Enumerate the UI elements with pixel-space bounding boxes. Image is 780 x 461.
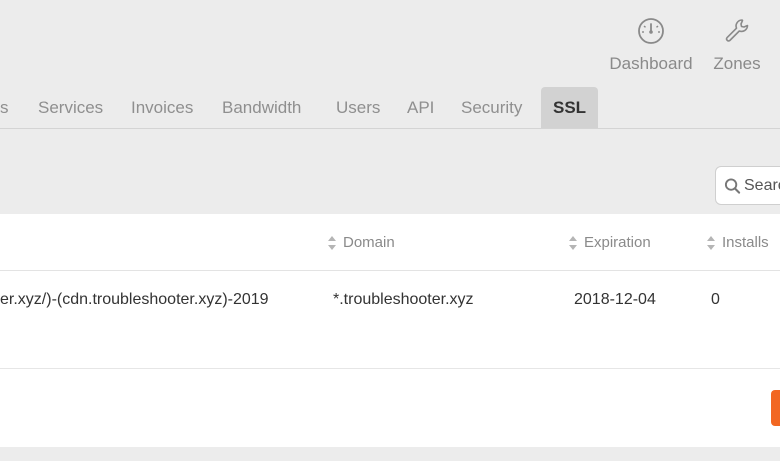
certificate-installs: 0 [711, 291, 720, 308]
column-header-installs[interactable]: Installs [706, 214, 769, 271]
gauge-icon [638, 18, 664, 44]
zones-label: Zones [713, 54, 761, 73]
column-header-expiration[interactable]: Expiration [568, 214, 651, 271]
column-label-domain: Domain [343, 234, 395, 251]
sort-icon [569, 235, 577, 250]
search-icon [724, 177, 741, 194]
tab-invoices[interactable]: Invoices [131, 87, 193, 128]
tab-api[interactable]: API [407, 87, 434, 128]
sort-icon [707, 235, 715, 250]
dashboard-label: Dashboard [609, 54, 693, 73]
tab-services[interactable]: Services [38, 87, 103, 128]
column-label-installs: Installs [722, 234, 769, 251]
ssl-certificates-panel: Domain Expiration Installs er.xyz/)-(cdn… [0, 214, 780, 447]
tab-bandwidth[interactable]: Bandwidth [222, 87, 301, 128]
certificate-name: er.xyz/)-(cdn.troubleshooter.xyz)-2019 [0, 291, 269, 308]
action-button[interactable] [771, 390, 780, 426]
sort-icon [328, 235, 336, 250]
search-input[interactable] [744, 176, 780, 195]
certificate-domain: *.troubleshooter.xyz [333, 291, 474, 308]
tab-users[interactable]: Users [336, 87, 380, 128]
tab-security[interactable]: Security [461, 87, 522, 128]
tab-ssl[interactable]: SSL [541, 87, 599, 128]
dashboard-nav-item[interactable]: Dashboard [608, 0, 694, 74]
column-label-expiration: Expiration [584, 234, 651, 251]
tab-partial[interactable]: s [0, 87, 9, 128]
account-tab-bar: s Services Invoices Bandwidth Users API … [0, 87, 780, 129]
wrench-icon [725, 19, 749, 42]
table-header: Domain Expiration Installs [0, 214, 780, 271]
certificate-expiration: 2018-12-04 [574, 291, 656, 308]
search-box[interactable] [715, 166, 780, 205]
zones-nav-item[interactable]: Zones [712, 0, 762, 74]
table-row[interactable]: er.xyz/)-(cdn.troubleshooter.xyz)-2019 *… [0, 271, 780, 369]
column-header-domain[interactable]: Domain [327, 214, 395, 271]
